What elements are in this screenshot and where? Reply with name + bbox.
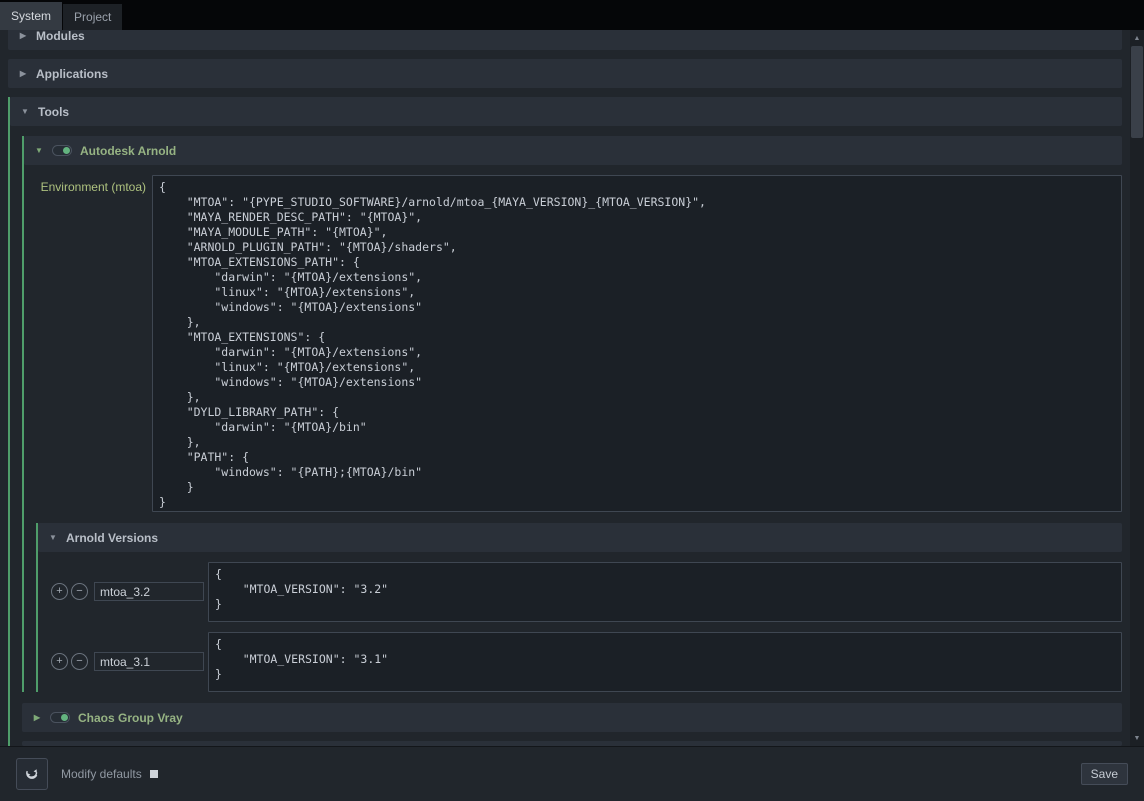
add-item-button[interactable]: + xyxy=(51,653,68,670)
group-header-vray[interactable]: ▶ Chaos Group Vray xyxy=(22,703,1122,732)
version-row-controls: + − xyxy=(51,652,204,671)
toggle-knob xyxy=(63,147,70,154)
expander-collapsed-icon: ▶ xyxy=(18,32,28,40)
section-tools: ▼ Tools ▼ Autodesk Arnold Environment (m… xyxy=(8,97,1122,746)
version-row: + − { "MTOA_VERSION": "3.2" } xyxy=(51,562,1122,622)
group-arnold: ▼ Autodesk Arnold Environment (mtoa) { "… xyxy=(22,136,1122,692)
version-key-input[interactable] xyxy=(94,582,204,601)
arnold-versions-body: + − { "MTOA_VERSION": "3.2" } + xyxy=(38,552,1122,692)
arnold-body: Environment (mtoa) { "MTOA": "{PYPE_STUD… xyxy=(24,165,1122,692)
remove-item-button[interactable]: − xyxy=(71,653,88,670)
arnold-enabled-toggle-icon[interactable] xyxy=(52,145,72,156)
group-header-arnold[interactable]: ▼ Autodesk Arnold xyxy=(24,136,1122,165)
tools-body: ▼ Autodesk Arnold Environment (mtoa) { "… xyxy=(10,126,1122,746)
tab-project-label: Project xyxy=(74,10,111,24)
version-row-controls: + − xyxy=(51,582,204,601)
group-title-arnold: Autodesk Arnold xyxy=(80,144,176,158)
version-key-input[interactable] xyxy=(94,652,204,671)
section-title-applications: Applications xyxy=(36,67,108,81)
settings-scroll-area: ▶ Modules ▶ Applications ▼ Tools ▼ Autod… xyxy=(0,30,1130,746)
group-title-vray: Chaos Group Vray xyxy=(78,711,183,725)
settings-window: System Project ▶ Modules ▶ Applications … xyxy=(0,0,1144,801)
tab-system[interactable]: System xyxy=(0,2,63,30)
expander-collapsed-icon: ▶ xyxy=(32,714,42,722)
group-arnold-versions: ▼ Arnold Versions + − xyxy=(36,523,1122,692)
env-mtoa-textarea[interactable]: { "MTOA": "{PYPE_STUDIO_SOFTWARE}/arnold… xyxy=(152,175,1122,512)
expander-collapsed-icon: ▶ xyxy=(18,70,28,78)
vertical-scrollbar[interactable]: ▲ ▼ xyxy=(1130,30,1144,746)
expander-expanded-icon: ▼ xyxy=(48,534,58,542)
env-mtoa-row: Environment (mtoa) { "MTOA": "{PYPE_STUD… xyxy=(36,175,1122,512)
scrollbar-thumb[interactable] xyxy=(1131,46,1143,138)
scroll-down-icon[interactable]: ▼ xyxy=(1130,731,1144,745)
scroll-up-icon[interactable]: ▲ xyxy=(1130,31,1144,45)
modify-defaults-checkbox[interactable] xyxy=(150,770,158,778)
section-title-modules: Modules xyxy=(36,30,85,43)
tab-system-label: System xyxy=(11,9,51,23)
env-mtoa-label: Environment (mtoa) xyxy=(36,180,146,194)
refresh-icon xyxy=(24,765,40,784)
version-value-textarea[interactable]: { "MTOA_VERSION": "3.1" } xyxy=(208,632,1122,692)
tab-project[interactable]: Project xyxy=(63,4,123,30)
expander-expanded-icon: ▼ xyxy=(20,108,30,116)
vray-enabled-toggle-icon[interactable] xyxy=(50,712,70,723)
save-button[interactable]: Save xyxy=(1081,763,1128,785)
group-title-arnold-versions: Arnold Versions xyxy=(66,531,158,545)
group-header-arnold-versions[interactable]: ▼ Arnold Versions xyxy=(38,523,1122,552)
version-value-textarea[interactable]: { "MTOA_VERSION": "3.2" } xyxy=(208,562,1122,622)
section-header-modules[interactable]: ▶ Modules xyxy=(8,30,1122,50)
section-header-applications[interactable]: ▶ Applications xyxy=(8,59,1122,88)
section-header-tools[interactable]: ▼ Tools xyxy=(10,97,1122,126)
add-item-button[interactable]: + xyxy=(51,583,68,600)
toggle-knob xyxy=(61,714,68,721)
remove-item-button[interactable]: − xyxy=(71,583,88,600)
footer-bar: Modify defaults Save xyxy=(0,746,1144,801)
version-row: + − { "MTOA_VERSION": "3.1" } xyxy=(51,632,1122,692)
section-title-tools: Tools xyxy=(38,105,69,119)
refresh-button[interactable] xyxy=(16,758,48,790)
tab-bar: System Project xyxy=(0,0,1144,30)
modify-defaults-label: Modify defaults xyxy=(61,767,142,781)
expander-expanded-icon: ▼ xyxy=(34,147,44,155)
